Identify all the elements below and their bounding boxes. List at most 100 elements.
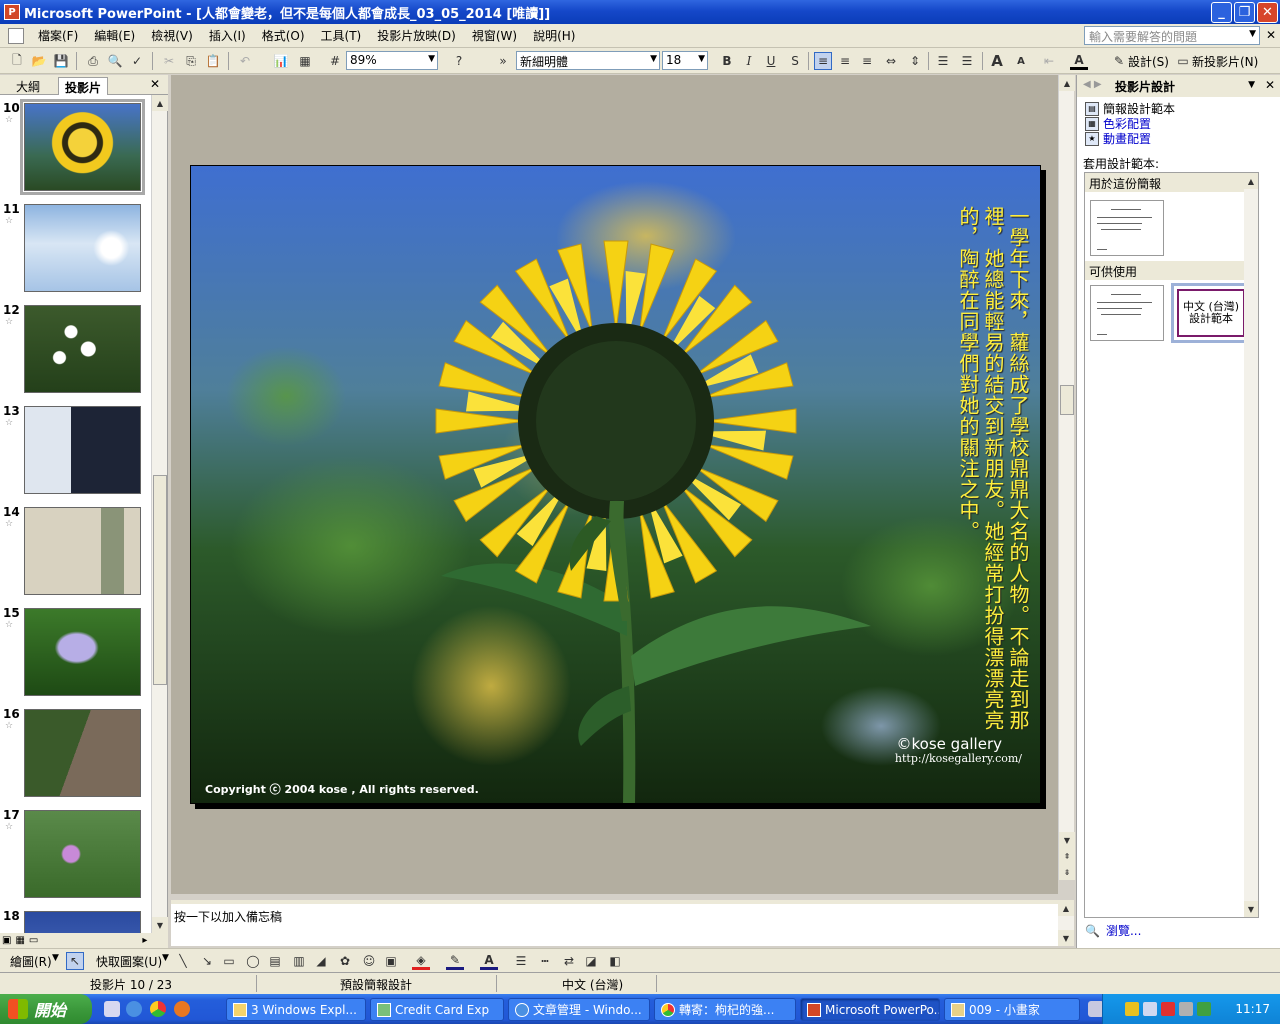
- increase-font-icon[interactable]: A: [988, 52, 1006, 70]
- taskbar-article[interactable]: 文章管理 - Windo...: [508, 998, 650, 1021]
- zoom-select[interactable]: 89% ▼: [346, 51, 438, 70]
- slide-thumbnail-15[interactable]: 15 ☆: [0, 606, 150, 707]
- font-color-icon[interactable]: A: [1070, 52, 1088, 70]
- taskbar-paint[interactable]: 009 - 小畫家: [944, 998, 1080, 1021]
- slide-thumbnail-14[interactable]: 14 ☆: [0, 505, 150, 606]
- vertical-textbox-icon[interactable]: ▥: [290, 952, 308, 970]
- chrome-icon[interactable]: [150, 1001, 166, 1017]
- browse-link[interactable]: 🔍 瀏覽...: [1085, 922, 1141, 939]
- slide-thumbnail-17[interactable]: 17 ☆: [0, 808, 150, 909]
- gallery-scrollbar[interactable]: ▲ ▼: [1244, 173, 1258, 917]
- animation-schemes-link[interactable]: ★ 動畫配置: [1085, 130, 1151, 147]
- ie-icon[interactable]: [126, 1001, 142, 1017]
- network-icon[interactable]: [1143, 1002, 1157, 1016]
- arrow-style-icon[interactable]: ⇄: [560, 952, 578, 970]
- scroll-down-icon[interactable]: ▼: [152, 917, 168, 933]
- line-icon[interactable]: ╲: [174, 952, 192, 970]
- menu-tools[interactable]: 工具(T): [313, 27, 370, 44]
- font-size-select[interactable]: 18 ▼: [662, 51, 708, 70]
- menu-insert[interactable]: 插入(I): [201, 27, 254, 44]
- notes-scrollbar[interactable]: ▲ ▼: [1058, 900, 1074, 946]
- bullets-icon[interactable]: ☰: [958, 52, 976, 70]
- new-icon[interactable]: 🗋: [8, 52, 26, 70]
- underline-icon[interactable]: U: [762, 52, 780, 70]
- slide-thumbnail-13[interactable]: 13 ☆: [0, 404, 150, 505]
- scroll-down-icon[interactable]: ▼: [1244, 901, 1258, 917]
- chevron-down-icon[interactable]: ▼: [162, 953, 169, 963]
- align-left-icon[interactable]: ≡: [814, 52, 832, 70]
- line-color-icon[interactable]: ✎: [446, 952, 464, 970]
- chevron-down-icon[interactable]: ▼: [52, 953, 59, 963]
- taskbar-forward[interactable]: 轉寄：枸杞的強...: [654, 998, 796, 1021]
- font-select[interactable]: 新細明體 ▼: [516, 51, 660, 70]
- toolbar-options-icon[interactable]: »: [494, 52, 512, 70]
- textbox-icon[interactable]: ▤: [266, 952, 284, 970]
- spelling-icon[interactable]: ✓: [128, 52, 146, 70]
- clipart-icon[interactable]: ☺: [360, 952, 378, 970]
- vertical-text-icon[interactable]: ⇕: [906, 52, 924, 70]
- menu-file[interactable]: 檔案(F): [30, 27, 86, 44]
- select-pointer-icon[interactable]: ↖: [66, 952, 84, 970]
- diagram-icon[interactable]: ✿: [336, 952, 354, 970]
- scroll-right-icon[interactable]: ▸: [142, 935, 147, 946]
- close-icon[interactable]: ✕: [150, 77, 160, 91]
- security-alert-icon[interactable]: [1161, 1002, 1175, 1016]
- document-icon[interactable]: [8, 27, 24, 44]
- scroll-up-icon[interactable]: ▲: [1059, 75, 1075, 91]
- template-default-available[interactable]: [1090, 285, 1164, 341]
- numbering-icon[interactable]: ☰: [934, 52, 952, 70]
- line-style-icon[interactable]: ☰: [512, 952, 530, 970]
- decrease-indent-icon[interactable]: ⇤: [1040, 52, 1058, 70]
- new-slide-button[interactable]: 新投影片(N): [1192, 53, 1258, 70]
- taskbar-credit-card[interactable]: Credit Card Exp: [370, 998, 504, 1021]
- show-desktop-icon[interactable]: [104, 1001, 120, 1017]
- scroll-up-icon[interactable]: ▲: [1058, 900, 1074, 916]
- menu-edit[interactable]: 編輯(E): [86, 27, 143, 44]
- firefox-icon[interactable]: [174, 1001, 190, 1017]
- autoshapes-button[interactable]: 快取圖案(U): [96, 953, 162, 970]
- slide-body-text[interactable]: 一學年下來，蘿絲成了學校鼎鼎大名的人物。不論走到那裡，她總能輕易的結交到新朋友。…: [955, 206, 1030, 746]
- insert-chart-icon[interactable]: 📊: [272, 52, 290, 70]
- tab-outline[interactable]: 大綱: [10, 77, 46, 95]
- previous-slide-icon[interactable]: ⇞: [1059, 848, 1075, 864]
- slide-thumbnail-18[interactable]: 18: [0, 909, 150, 933]
- fill-color-icon[interactable]: ◈: [412, 952, 430, 970]
- slide-thumbnail-12[interactable]: 12 ☆: [0, 303, 150, 404]
- help-search-input[interactable]: 輸入需要解答的問題 ▼: [1084, 26, 1260, 45]
- close-icon[interactable]: ✕: [1265, 78, 1275, 92]
- template-default[interactable]: [1090, 200, 1164, 256]
- paste-icon[interactable]: 📋: [204, 52, 222, 70]
- slide-sorter-icon[interactable]: ▦: [15, 935, 24, 946]
- shield-icon[interactable]: [1125, 1002, 1139, 1016]
- menu-help[interactable]: 說明(H): [525, 27, 583, 44]
- grid-icon[interactable]: #: [326, 52, 344, 70]
- slideshow-icon[interactable]: ▭: [29, 935, 38, 946]
- new-slide-icon[interactable]: ▭: [1174, 52, 1192, 70]
- slide-scrollbar[interactable]: ▲ ▼ ⇞ ⇟: [1058, 75, 1075, 880]
- italic-icon[interactable]: I: [740, 52, 758, 70]
- next-slide-icon[interactable]: ⇟: [1059, 864, 1075, 880]
- save-icon[interactable]: 💾: [52, 52, 70, 70]
- taskbar-powerpoint[interactable]: Microsoft PowerPo...: [800, 998, 940, 1021]
- minimize-button[interactable]: _: [1211, 2, 1232, 23]
- tray-app-icon[interactable]: [1197, 1002, 1211, 1016]
- powerpoint-icon[interactable]: P: [4, 4, 20, 20]
- scroll-thumb[interactable]: [153, 475, 167, 685]
- shadow-style-icon[interactable]: ◪: [582, 952, 600, 970]
- template-chinese[interactable]: 中文 (台灣)設計範本: [1171, 283, 1251, 343]
- 3d-style-icon[interactable]: ◧: [606, 952, 624, 970]
- distribute-icon[interactable]: ⇔: [882, 52, 900, 70]
- design-button[interactable]: 設計(S): [1128, 53, 1169, 70]
- menu-view[interactable]: 檢視(V): [143, 27, 201, 44]
- rectangle-icon[interactable]: ▭: [220, 952, 238, 970]
- align-right-icon[interactable]: ≡: [858, 52, 876, 70]
- bold-icon[interactable]: B: [718, 52, 736, 70]
- menu-slideshow[interactable]: 投影片放映(D): [369, 27, 464, 44]
- back-forward-icon[interactable]: ◀ ▶: [1083, 79, 1102, 90]
- scroll-down-icon[interactable]: ▼: [1058, 930, 1074, 946]
- close-button[interactable]: ✕: [1257, 2, 1278, 23]
- current-slide[interactable]: 一學年下來，蘿絲成了學校鼎鼎大名的人物。不論走到那裡，她總能輕易的結交到新朋友。…: [190, 165, 1041, 804]
- copy-icon[interactable]: ⎘: [182, 52, 200, 70]
- document-close-icon[interactable]: ✕: [1266, 28, 1276, 42]
- normal-view-icon[interactable]: ▣: [2, 935, 11, 946]
